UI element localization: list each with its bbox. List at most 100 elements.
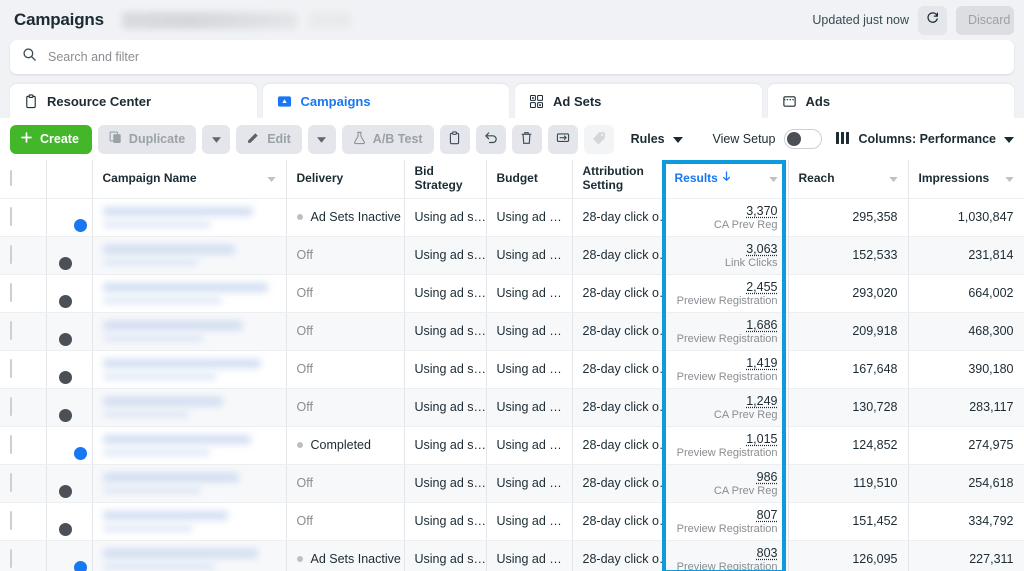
campaign-name-redacted xyxy=(103,549,258,558)
table-row[interactable]: OffUsing ad s…Using ad …28-day click o…1… xyxy=(0,350,1024,388)
row-checkbox[interactable] xyxy=(10,549,12,568)
campaign-name-cell[interactable] xyxy=(92,274,286,312)
column-header-results[interactable]: Results xyxy=(664,160,788,198)
paste-button[interactable] xyxy=(440,125,470,154)
tab-ads[interactable]: Ads xyxy=(768,84,1015,118)
results-value[interactable]: 1,249 xyxy=(675,394,778,408)
attribution-setting-cell: 28-day click o… xyxy=(572,388,664,426)
table-row[interactable]: OffUsing ad s…Using ad …28-day click o…1… xyxy=(0,388,1024,426)
row-checkbox[interactable] xyxy=(10,245,12,264)
tab-ad-sets[interactable]: Ad Sets xyxy=(515,84,762,118)
bid-strategy-cell: Using ad s… xyxy=(404,350,486,388)
column-header-attribution-setting[interactable]: Attribution Setting xyxy=(572,160,664,198)
columns-button[interactable]: Columns: Performance xyxy=(836,132,1014,147)
view-setup-toggle[interactable]: View Setup xyxy=(712,129,822,149)
results-cell[interactable]: 1,249CA Prev Reg xyxy=(664,388,788,426)
search-input[interactable]: Search and filter xyxy=(10,40,1014,74)
results-cell[interactable]: 1,419Preview Registration xyxy=(664,350,788,388)
table-row[interactable]: OffUsing ad s…Using ad …28-day click o…8… xyxy=(0,502,1024,540)
rules-button[interactable]: Rules xyxy=(620,125,694,154)
select-all-checkbox[interactable] xyxy=(10,170,12,186)
duplicate-button[interactable]: Duplicate xyxy=(98,125,196,154)
campaign-name-cell[interactable] xyxy=(92,502,286,540)
campaign-name-cell[interactable] xyxy=(92,426,286,464)
chevron-down-icon[interactable] xyxy=(1005,172,1014,186)
tag-button[interactable] xyxy=(584,125,614,154)
results-cell[interactable]: 807Preview Registration xyxy=(664,502,788,540)
table-row[interactable]: OffUsing ad s…Using ad …28-day click o…2… xyxy=(0,274,1024,312)
results-value[interactable]: 3,370 xyxy=(675,204,778,218)
column-header-impressions[interactable]: Impressions xyxy=(908,160,1024,198)
tab-campaigns[interactable]: Campaigns xyxy=(263,84,510,118)
results-value[interactable]: 1,419 xyxy=(675,356,778,370)
campaign-name-cell[interactable] xyxy=(92,236,286,274)
column-header-reach[interactable]: Reach xyxy=(788,160,908,198)
campaign-name-cell[interactable] xyxy=(92,540,286,571)
results-type: Preview Registration xyxy=(675,371,778,383)
results-cell[interactable]: 3,370CA Prev Reg xyxy=(664,198,788,236)
campaign-name-cell[interactable] xyxy=(92,198,286,236)
tab-resource-center[interactable]: Resource Center xyxy=(10,84,257,118)
results-value[interactable]: 807 xyxy=(675,508,778,522)
chevron-down-icon[interactable] xyxy=(769,172,778,186)
column-header-bid-strategy[interactable]: Bid Strategy xyxy=(404,160,486,198)
budget-cell: Using ad … xyxy=(486,350,572,388)
campaign-name-cell[interactable] xyxy=(92,350,286,388)
table-row[interactable]: OffUsing ad s…Using ad …28-day click o…9… xyxy=(0,464,1024,502)
attribution-setting-cell: 28-day click o… xyxy=(572,350,664,388)
row-checkbox[interactable] xyxy=(10,511,12,530)
duplicate-icon xyxy=(109,131,122,147)
toolbar-right-group: View Setup Columns: Performance xyxy=(712,129,1014,149)
results-value[interactable]: 1,686 xyxy=(675,318,778,332)
row-checkbox[interactable] xyxy=(10,283,12,302)
row-checkbox[interactable] xyxy=(10,473,12,492)
column-header-budget[interactable]: Budget xyxy=(486,160,572,198)
refresh-button[interactable] xyxy=(918,6,947,35)
results-value[interactable]: 2,455 xyxy=(675,280,778,294)
campaign-name-cell[interactable] xyxy=(92,464,286,502)
results-cell[interactable]: 2,455Preview Registration xyxy=(664,274,788,312)
results-value[interactable]: 3,063 xyxy=(675,242,778,256)
results-cell[interactable]: 3,063Link Clicks xyxy=(664,236,788,274)
edit-button[interactable]: Edit xyxy=(236,125,302,154)
campaign-name-cell[interactable] xyxy=(92,312,286,350)
results-cell[interactable]: 1,686Preview Registration xyxy=(664,312,788,350)
redacted-account-badge xyxy=(309,12,351,29)
table-row[interactable]: Ad Sets InactiveUsing ad s…Using ad …28-… xyxy=(0,540,1024,571)
ab-test-button[interactable]: A/B Test xyxy=(342,125,434,154)
row-checkbox[interactable] xyxy=(10,397,12,416)
flask-icon xyxy=(353,131,366,148)
table-row[interactable]: Ad Sets InactiveUsing ad s…Using ad …28-… xyxy=(0,198,1024,236)
results-cell[interactable]: 1,015Preview Registration xyxy=(664,426,788,464)
undo-button[interactable] xyxy=(476,125,506,154)
results-cell[interactable]: 986CA Prev Reg xyxy=(664,464,788,502)
row-status-cell xyxy=(46,274,92,312)
chevron-down-icon[interactable] xyxy=(889,172,898,186)
table-row[interactable]: CompletedUsing ad s…Using ad …28-day cli… xyxy=(0,426,1024,464)
column-label: Results xyxy=(675,172,718,186)
budget-cell: Using ad … xyxy=(486,388,572,426)
export-button[interactable] xyxy=(548,125,578,154)
row-select-cell xyxy=(0,426,46,464)
view-setup-switch[interactable] xyxy=(784,129,822,149)
table-row[interactable]: OffUsing ad s…Using ad …28-day click o…3… xyxy=(0,236,1024,274)
row-checkbox[interactable] xyxy=(10,435,12,454)
delete-button[interactable] xyxy=(512,125,542,154)
duplicate-dropdown-button[interactable] xyxy=(202,125,230,154)
column-header-delivery[interactable]: Delivery xyxy=(286,160,404,198)
results-value[interactable]: 986 xyxy=(675,470,778,484)
discard-button[interactable]: Discard xyxy=(956,6,1014,35)
column-header-campaign-name[interactable]: Campaign Name xyxy=(92,160,286,198)
row-checkbox[interactable] xyxy=(10,359,12,378)
results-cell[interactable]: 803Preview Registration xyxy=(664,540,788,571)
row-checkbox[interactable] xyxy=(10,207,12,226)
create-button[interactable]: Create xyxy=(10,125,92,154)
campaign-name-cell[interactable] xyxy=(92,388,286,426)
delivery-label: Off xyxy=(297,248,313,262)
edit-dropdown-button[interactable] xyxy=(308,125,336,154)
row-checkbox[interactable] xyxy=(10,321,12,340)
table-row[interactable]: OffUsing ad s…Using ad …28-day click o…1… xyxy=(0,312,1024,350)
results-value[interactable]: 1,015 xyxy=(675,432,778,446)
chevron-down-icon[interactable] xyxy=(267,172,276,186)
results-value[interactable]: 803 xyxy=(675,546,778,560)
